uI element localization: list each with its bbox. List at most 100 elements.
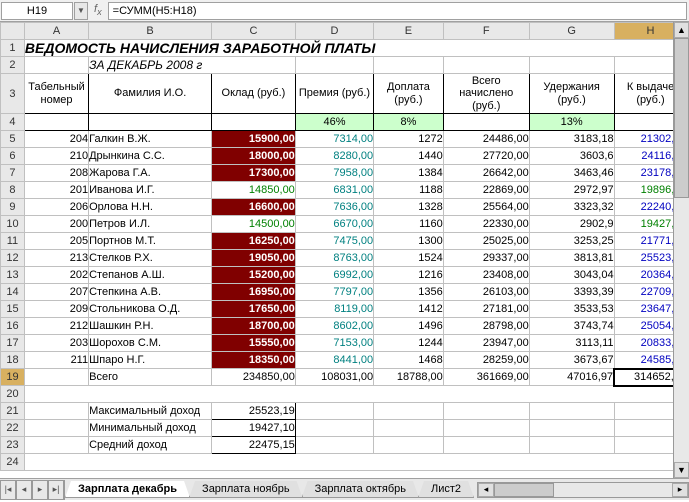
cell-bonus[interactable]: 8441,00 [295,352,373,369]
cell-extra[interactable]: 1468 [374,352,444,369]
cell-tabnum[interactable]: 208 [24,165,88,182]
totals-extra[interactable]: 18788,00 [374,369,444,386]
cell-extra[interactable]: 1440 [374,148,444,165]
summary-label[interactable]: Средний доход [89,437,212,454]
cell-salary[interactable]: 17300,00 [212,165,296,182]
col-header-E[interactable]: E [374,23,444,40]
row-header-5[interactable]: 5 [1,131,25,148]
cell-extra[interactable]: 1384 [374,165,444,182]
cell-tabnum[interactable]: 202 [24,267,88,284]
row-header-8[interactable]: 8 [1,182,25,199]
cell-withhold[interactable]: 3743,74 [529,318,614,335]
name-box[interactable]: H19 [1,2,73,20]
row-header-24[interactable]: 24 [1,454,25,471]
cell-extra[interactable]: 1300 [374,233,444,250]
cell-name[interactable]: Стольникова О.Д. [89,301,212,318]
summary-label[interactable]: Минимальный доход [89,420,212,437]
cell-total[interactable]: 23408,00 [443,267,529,284]
cell-name[interactable]: Степанов А.Ш. [89,267,212,284]
summary-label[interactable]: Максимальный доход [89,403,212,420]
cell-extra[interactable]: 1412 [374,301,444,318]
cell-extra[interactable]: 1188 [374,182,444,199]
hdr-extra[interactable]: Доплата (руб.) [374,74,444,114]
row-header-9[interactable]: 9 [1,199,25,216]
cell-name[interactable]: Портнов М.Т. [89,233,212,250]
row-header-4[interactable]: 4 [1,114,25,131]
cell-total[interactable]: 25564,00 [443,199,529,216]
cell-salary[interactable]: 18000,00 [212,148,296,165]
hdr-salary[interactable]: Оклад (руб.) [212,74,296,114]
name-box-dropdown[interactable]: ▼ [74,2,88,20]
cell-total[interactable]: 27181,00 [443,301,529,318]
cell-name[interactable]: Иванова И.Г. [89,182,212,199]
col-header-F[interactable]: F [443,23,529,40]
hscroll-thumb[interactable] [494,483,554,497]
row-header-22[interactable]: 22 [1,420,25,437]
row-header-18[interactable]: 18 [1,352,25,369]
cell-total[interactable]: 29337,00 [443,250,529,267]
cell-tabnum[interactable]: 211 [24,352,88,369]
hdr-withhold[interactable]: Удержания (руб.) [529,74,614,114]
vertical-scrollbar[interactable]: ▲ ▼ [673,22,689,478]
col-header-D[interactable]: D [295,23,373,40]
cell-salary[interactable]: 15900,00 [212,131,296,148]
cell-tabnum[interactable]: 203 [24,335,88,352]
cell-tabnum[interactable]: 212 [24,318,88,335]
cell-withhold[interactable]: 3603,6 [529,148,614,165]
cell-extra[interactable]: 1496 [374,318,444,335]
cell-name[interactable]: Шорохов С.М. [89,335,212,352]
sheet-tab[interactable]: Зарплата октябрь [302,481,419,498]
select-all-corner[interactable] [1,23,25,40]
row-header-2[interactable]: 2 [1,57,25,74]
fx-icon[interactable]: fx [88,3,108,17]
cell-withhold[interactable]: 3813,81 [529,250,614,267]
cell-bonus[interactable]: 8602,00 [295,318,373,335]
sheet-tab[interactable]: Лист2 [418,481,474,498]
cell-withhold[interactable]: 3533,53 [529,301,614,318]
row-header-20[interactable]: 20 [1,386,25,403]
row-header-11[interactable]: 11 [1,233,25,250]
cell-withhold[interactable]: 3673,67 [529,352,614,369]
cell-extra[interactable]: 1356 [374,284,444,301]
cell-bonus[interactable]: 7314,00 [295,131,373,148]
col-header-C[interactable]: C [212,23,296,40]
cell-total[interactable]: 22330,00 [443,216,529,233]
cell-tabnum[interactable]: 205 [24,233,88,250]
cell-salary[interactable]: 18350,00 [212,352,296,369]
cell-salary[interactable]: 16950,00 [212,284,296,301]
cell-salary[interactable]: 14500,00 [212,216,296,233]
pct-extra[interactable]: 8% [374,114,444,131]
sheet-tab[interactable]: Зарплата ноябрь [189,481,303,498]
cell-name[interactable]: Шашкин Р.Н. [89,318,212,335]
cell-withhold[interactable]: 3253,25 [529,233,614,250]
hscroll-track[interactable] [554,483,672,497]
sheet-subtitle[interactable]: ЗА ДЕКАБРЬ 2008 г [89,57,296,74]
cell-total[interactable]: 25025,00 [443,233,529,250]
scroll-thumb[interactable] [674,38,689,198]
cell-name[interactable]: Галкин В.Ж. [89,131,212,148]
scroll-up-icon[interactable]: ▲ [674,22,689,38]
cell-extra[interactable]: 1328 [374,199,444,216]
cell-tabnum[interactable]: 213 [24,250,88,267]
totals-label[interactable]: Всего [89,369,212,386]
row-header-16[interactable]: 16 [1,318,25,335]
tab-last-icon[interactable]: ▸| [48,480,64,500]
cell-name[interactable]: Дрынкина С.С. [89,148,212,165]
cell-name[interactable]: Орлова Н.Н. [89,199,212,216]
row-header-14[interactable]: 14 [1,284,25,301]
cell-salary[interactable]: 17650,00 [212,301,296,318]
cell-extra[interactable]: 1216 [374,267,444,284]
cell-total[interactable]: 26103,00 [443,284,529,301]
cell-name[interactable]: Степкина А.В. [89,284,212,301]
cell-name[interactable]: Стелков Р.Х. [89,250,212,267]
cell-bonus[interactable]: 7636,00 [295,199,373,216]
cell-bonus[interactable]: 6992,00 [295,267,373,284]
cell-tabnum[interactable]: 207 [24,284,88,301]
cell-bonus[interactable]: 8280,00 [295,148,373,165]
scroll-right-icon[interactable]: ▸ [672,483,688,497]
cell-extra[interactable]: 1272 [374,131,444,148]
cell-bonus[interactable]: 7153,00 [295,335,373,352]
horizontal-scrollbar[interactable]: ◂ ▸ [477,482,689,498]
cell-withhold[interactable]: 3393,39 [529,284,614,301]
tab-first-icon[interactable]: |◂ [0,480,16,500]
